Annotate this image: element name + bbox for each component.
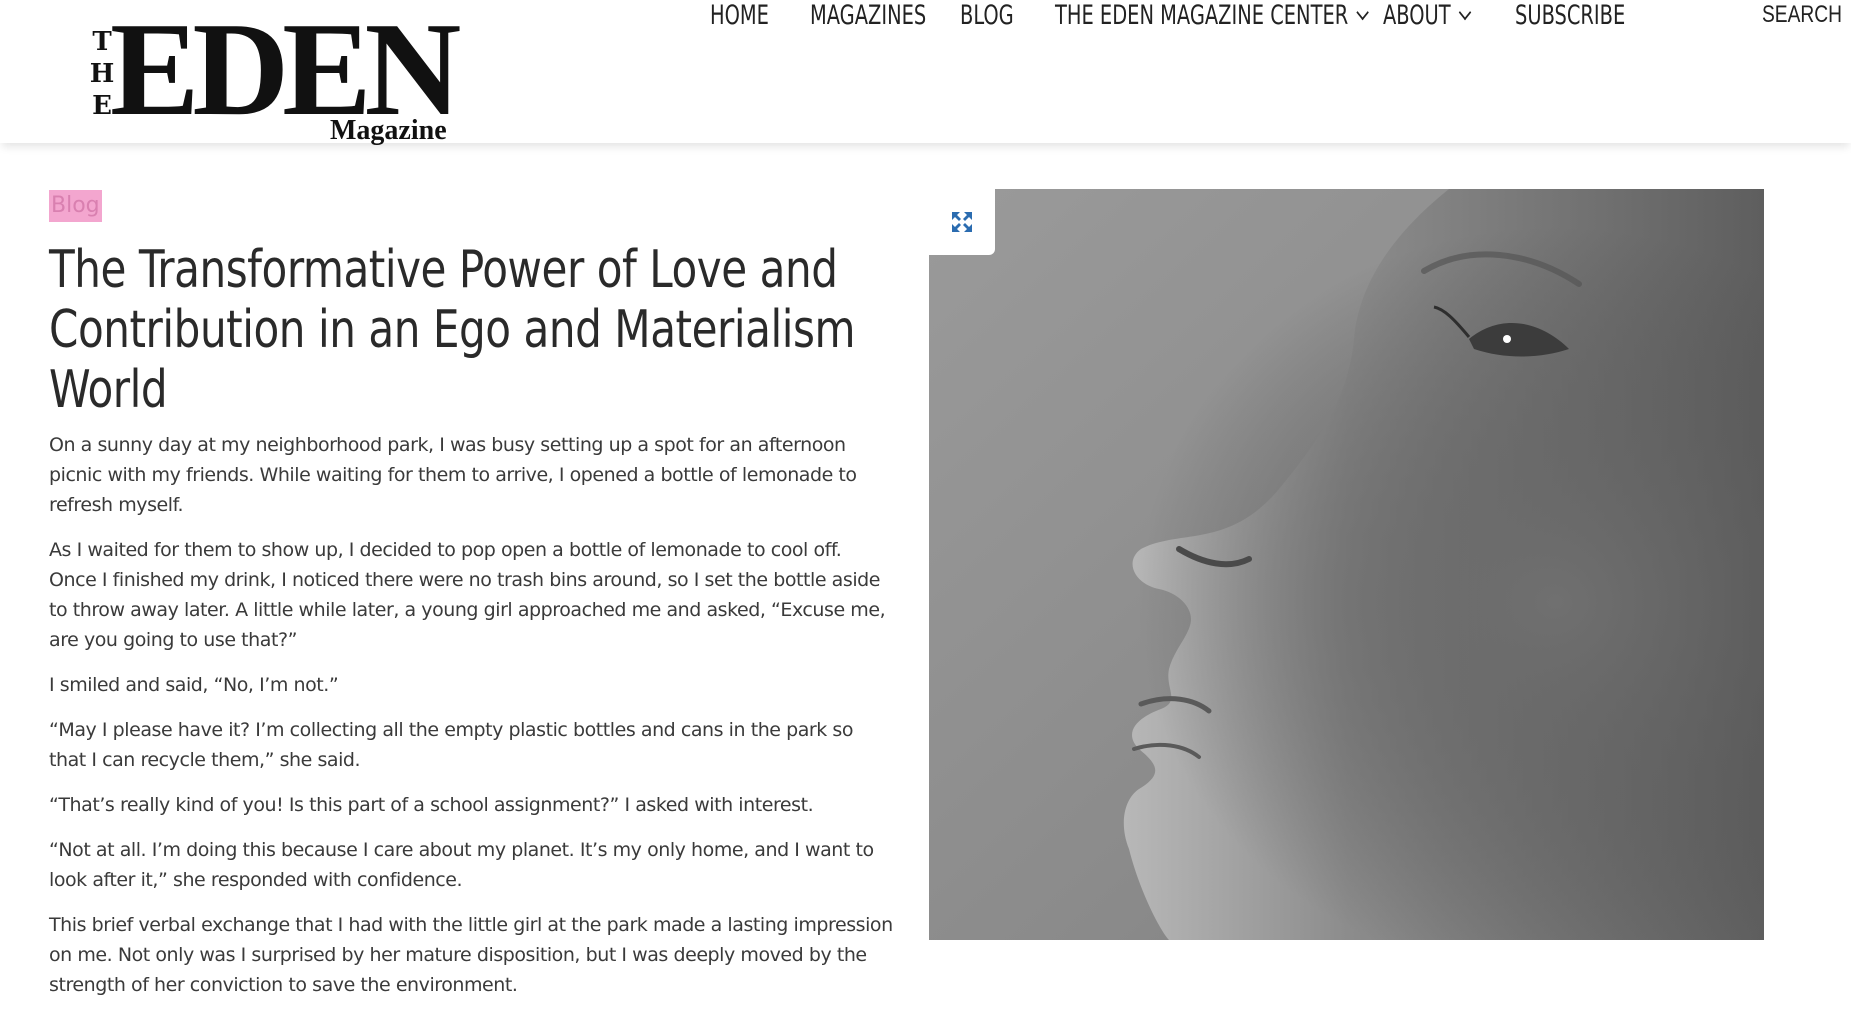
search-link[interactable]: SEARCH <box>1762 0 1842 30</box>
nav-magazines-label: MAGAZINES <box>810 0 927 31</box>
article: Blog The Transformative Power of Love an… <box>49 190 893 1015</box>
article-paragraph: I smiled and said, “No, I’m not.” <box>49 674 339 696</box>
chevron-down-icon <box>1458 4 1471 20</box>
expand-icon <box>952 212 972 232</box>
nav-subscribe-label: SUBSCRIBE <box>1515 0 1626 31</box>
article-paragraph: “May I please have it? I’m collecting al… <box>49 719 854 771</box>
nav-eden-magazine-center-label: THE EDEN MAGAZINE CENTER <box>1055 0 1349 31</box>
nav-magazines[interactable]: MAGAZINES <box>810 0 926 32</box>
article-paragraph: This brief verbal exchange that I had wi… <box>49 914 893 996</box>
article-body: On a sunny day at my neighborhood park, … <box>49 430 893 1000</box>
expand-image-button[interactable] <box>929 189 995 255</box>
article-paragraph: On a sunny day at my neighborhood park, … <box>49 434 857 516</box>
site-header: T H E EDEN Magazine HOME MAGAZINES BLOG … <box>0 0 1851 146</box>
logo-the-letter: E <box>92 91 112 121</box>
chevron-down-icon <box>1356 4 1369 20</box>
nav-blog[interactable]: BLOG <box>960 0 1014 32</box>
nav-eden-magazine-center[interactable]: THE EDEN MAGAZINE CENTER <box>1055 0 1369 32</box>
logo-subtitle: Magazine <box>330 115 447 146</box>
logo-the: T H E <box>90 26 115 122</box>
hero-image <box>929 189 1764 940</box>
nav-about-label: ABOUT <box>1383 0 1451 31</box>
nav-about[interactable]: ABOUT <box>1383 0 1471 32</box>
article-paragraph: As I waited for them to show up, I decid… <box>49 539 886 651</box>
logo-the-letter: T <box>92 27 112 57</box>
nav-home-label: HOME <box>710 0 769 31</box>
article-paragraph: “That’s really kind of you! Is this part… <box>49 794 814 816</box>
category-tag[interactable]: Blog <box>49 190 102 222</box>
nav-subscribe[interactable]: SUBSCRIBE <box>1515 0 1625 32</box>
site-logo[interactable]: T H E EDEN Magazine <box>90 2 462 150</box>
article-paragraph: “Not at all. I’m doing this because I ca… <box>49 839 874 891</box>
profile-face-illustration <box>929 189 1764 940</box>
nav-blog-label: BLOG <box>960 0 1014 31</box>
article-title: The Transformative Power of Love and Con… <box>49 240 856 420</box>
nav-home[interactable]: HOME <box>710 0 769 32</box>
